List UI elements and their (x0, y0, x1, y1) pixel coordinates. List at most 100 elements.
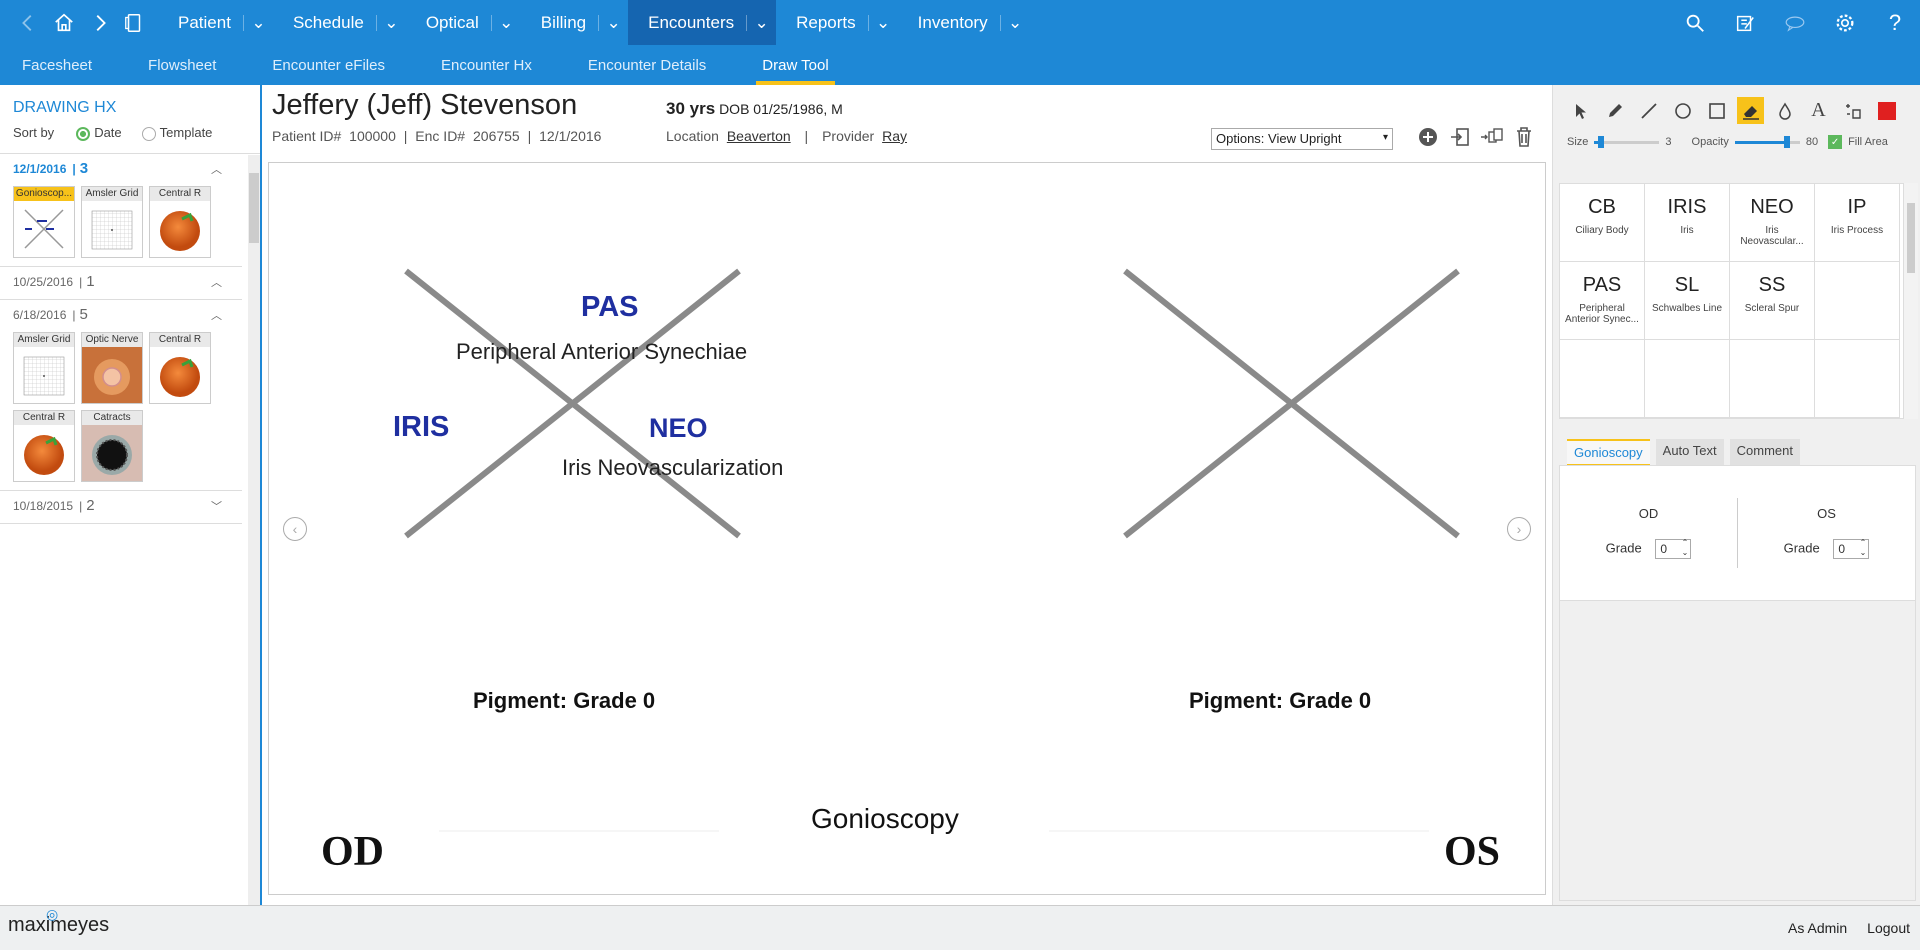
move-pages-icon[interactable] (1480, 125, 1504, 149)
tab-comment[interactable]: Comment (1729, 439, 1800, 467)
thumbnail-central-retina[interactable]: Central R (13, 409, 75, 482)
chevron-down-icon[interactable]: ⌄ (490, 13, 521, 32)
tablet-icon[interactable] (120, 0, 148, 45)
hx-group[interactable]: 6/18/2016 | 5 ︿ Amsler Grid Optic Nerve … (0, 300, 242, 491)
abbr-iris[interactable]: IRIS Iris (1645, 184, 1730, 262)
notes-icon[interactable] (1720, 0, 1770, 45)
tab-facesheet[interactable]: Facesheet (0, 45, 120, 85)
abbr-ip[interactable]: IP Iris Process (1815, 184, 1900, 262)
tab-encounter-details[interactable]: Encounter Details (560, 45, 734, 85)
fill-drop-icon[interactable] (1771, 97, 1798, 124)
abbr-neo[interactable]: NEO Iris Neovascular... (1730, 184, 1815, 262)
pointer-icon[interactable] (1567, 97, 1594, 124)
menu-billing[interactable]: Billing ⌄ (521, 0, 628, 45)
text-icon[interactable]: A (1805, 97, 1832, 124)
group-header[interactable]: 6/18/2016 | 5 (13, 306, 242, 324)
thumbnail-amsler-grid[interactable]: Amsler Grid (13, 331, 75, 404)
sort-date-radio[interactable]: Date (76, 125, 122, 141)
abbr-pas[interactable]: PAS Peripheral Anterior Synec... (1560, 262, 1645, 340)
group-header[interactable]: 10/18/2015 | 2 (13, 497, 242, 515)
annotation-pas-desc[interactable]: Peripheral Anterior Synechiae (456, 339, 747, 365)
menu-inventory[interactable]: Inventory ⌄ (898, 0, 1030, 45)
thumbnail-central-retina[interactable]: Central R (149, 185, 211, 258)
group-header[interactable]: 12/1/2016 | 3 (13, 160, 242, 178)
home-icon[interactable] (50, 0, 78, 45)
eraser-icon[interactable] (1737, 97, 1764, 124)
annotation-neo[interactable]: NEO (649, 413, 708, 444)
abbr-cb[interactable]: CB Ciliary Body (1560, 184, 1645, 262)
stamp-icon[interactable] (1839, 97, 1866, 124)
opacity-slider[interactable] (1734, 135, 1800, 148)
chevron-down-icon[interactable]: ⌄ (598, 13, 628, 32)
sort-template-radio[interactable]: Template (141, 125, 212, 141)
location-link[interactable]: Beaverton (727, 128, 791, 144)
chat-icon[interactable] (1770, 0, 1820, 45)
previous-arrow-icon[interactable]: ‹ (283, 517, 307, 541)
scrollbar-thumb[interactable] (1907, 203, 1915, 273)
menu-reports[interactable]: Reports ⌄ (776, 0, 898, 45)
thumbnail-cataracts[interactable]: Catracts (81, 409, 143, 482)
thumbnail-amsler-grid[interactable]: Amsler Grid (81, 185, 143, 258)
tab-draw-tool[interactable]: Draw Tool (734, 45, 856, 85)
chevron-down-icon[interactable]: ⌄ (867, 13, 898, 32)
chevron-up-icon[interactable]: ︿ (211, 307, 222, 323)
hx-group[interactable]: 10/25/2016 | 1 ︿ (0, 267, 242, 300)
add-circle-icon[interactable] (1416, 125, 1440, 149)
hx-group[interactable]: 10/18/2015 | 2 ﹀ (0, 491, 242, 524)
chevron-up-icon[interactable]: ︿ (211, 161, 222, 177)
trash-icon[interactable] (1512, 125, 1536, 149)
thumbnail-optic-nerve[interactable]: Optic Nerve (81, 331, 143, 404)
forward-arrow-icon[interactable] (86, 0, 114, 45)
tab-flowsheet[interactable]: Flowsheet (120, 45, 244, 85)
group-header[interactable]: 10/25/2016 | 1 (13, 273, 242, 291)
slider-knob[interactable] (1783, 135, 1790, 148)
chevron-down-icon[interactable]: ﹀ (211, 498, 222, 514)
search-icon[interactable] (1670, 0, 1720, 45)
circle-icon[interactable] (1669, 97, 1696, 124)
hx-group[interactable]: 12/1/2016 | 3 ︿ Gonioscop... Amsler Grid… (0, 154, 242, 267)
size-slider[interactable] (1594, 135, 1660, 148)
abbr-ss[interactable]: SS Scleral Spur (1730, 262, 1815, 340)
od-grade-stepper[interactable]: 0 (1655, 538, 1692, 559)
annotation-iris[interactable]: IRIS (393, 411, 449, 444)
next-arrow-icon[interactable]: › (1507, 517, 1531, 541)
scrollbar[interactable] (248, 155, 260, 905)
menu-schedule[interactable]: Schedule ⌄ (273, 0, 406, 45)
color-swatch[interactable] (1873, 97, 1900, 124)
menu-optical[interactable]: Optical ⌄ (406, 0, 521, 45)
rectangle-icon[interactable] (1703, 97, 1730, 124)
provider-link[interactable]: Ray (882, 128, 907, 144)
chevron-down-icon[interactable]: ⌄ (999, 13, 1030, 32)
fill-area-checkbox[interactable]: ✓ (1828, 135, 1843, 149)
tab-gonioscopy[interactable]: Gonioscopy (1567, 439, 1650, 467)
help-icon[interactable]: ? (1870, 0, 1920, 45)
annotation-neo-desc[interactable]: Iris Neovascularization (562, 455, 783, 481)
chevron-down-icon[interactable]: ⌄ (375, 13, 406, 32)
thumbnail-central-retina[interactable]: Central R (149, 331, 211, 404)
group-count: 1 (86, 273, 95, 291)
scrollbar-thumb[interactable] (249, 173, 259, 243)
line-icon[interactable] (1635, 97, 1662, 124)
tab-encounter-efiles[interactable]: Encounter eFiles (244, 45, 413, 85)
back-arrow-icon[interactable] (14, 0, 42, 45)
chevron-down-icon[interactable]: ⌄ (242, 13, 273, 32)
slider-knob[interactable] (1597, 135, 1604, 148)
chevron-up-icon[interactable]: ︿ (211, 274, 222, 290)
import-icon[interactable] (1448, 125, 1472, 149)
abbreviation-grid: CB Ciliary Body IRIS Iris NEO Iris Neovascu… (1559, 183, 1904, 419)
logout-link[interactable]: Logout (1867, 920, 1910, 936)
options-select[interactable]: Options: View Upright ▾ (1211, 128, 1393, 150)
tab-auto-text[interactable]: Auto Text (1655, 439, 1724, 467)
pencil-icon[interactable] (1601, 97, 1628, 124)
scrollbar[interactable] (1904, 183, 1918, 419)
menu-patient[interactable]: Patient ⌄ (158, 0, 273, 45)
thumbnail-gonioscopy[interactable]: Gonioscop... (13, 185, 75, 258)
annotation-pas[interactable]: PAS (581, 291, 638, 324)
menu-encounters[interactable]: Encounters ⌄ (628, 0, 777, 45)
abbr-sl[interactable]: SL Schwalbes Line (1645, 262, 1730, 340)
os-grade-stepper[interactable]: 0 (1833, 538, 1870, 559)
tab-encounter-hx[interactable]: Encounter Hx (413, 45, 560, 85)
chevron-down-icon[interactable]: ⌄ (746, 13, 776, 32)
drawing-canvas[interactable]: PAS Peripheral Anterior Synechiae IRIS N… (268, 162, 1546, 895)
gear-icon[interactable] (1820, 0, 1870, 45)
